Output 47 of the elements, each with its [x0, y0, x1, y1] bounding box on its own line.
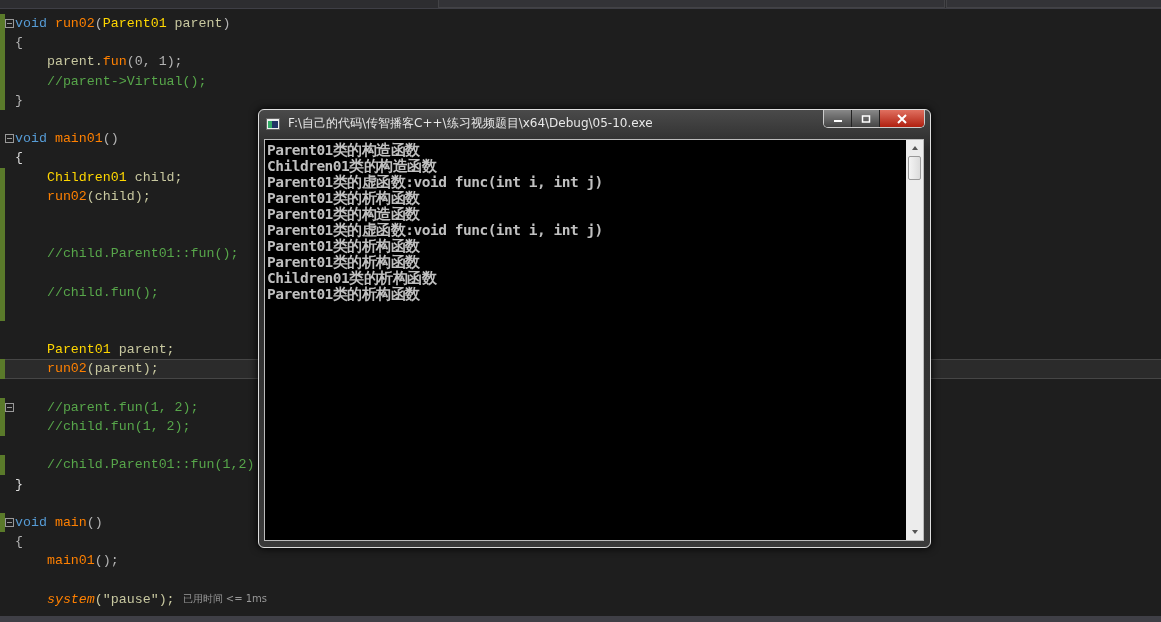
code-line: parent.fun(0, 1);	[45, 53, 183, 71]
maximize-icon	[860, 114, 871, 123]
scroll-thumb[interactable]	[908, 156, 921, 180]
code-line: //parent.fun(1, 2);	[45, 398, 199, 416]
code-line: {	[15, 149, 23, 167]
code-line: {	[15, 533, 23, 551]
console-output-line: Children01类的构造函数	[267, 158, 438, 174]
close-button[interactable]	[880, 110, 924, 127]
vertical-scrollbar[interactable]	[906, 140, 923, 540]
console-output-line: Parent01类的虚函数:void func(int i, int j)	[267, 222, 604, 238]
code-line: void run02(Parent01 parent)	[15, 15, 231, 33]
collapse-icon[interactable]	[5, 19, 14, 28]
code-line: Parent01 parent;	[45, 341, 175, 359]
code-line: void main()	[15, 513, 103, 531]
code-line: //parent->Virtual();	[45, 72, 207, 90]
console-output-line: Parent01类的构造函数	[267, 142, 420, 158]
console-app-icon	[266, 117, 280, 130]
code-line: }	[15, 475, 23, 493]
scroll-up-icon[interactable]	[910, 145, 919, 151]
console-output-line: Parent01类的析构函数	[267, 286, 421, 302]
window-title: F:\自己的代码\传智播客C++\练习视频题目\x64\Debug\05-10.exe	[288, 115, 653, 132]
code-line: }	[15, 91, 23, 109]
code-line: void main01()	[15, 130, 119, 148]
console-output-line: Parent01类的虚函数:void func(int i, int j)	[267, 174, 604, 190]
code-line: //child.fun(1, 2);	[45, 418, 191, 436]
collapse-icon[interactable]	[5, 134, 14, 144]
console-output-line: Parent01类的析构函数	[267, 238, 421, 254]
code-line: run02(child);	[45, 187, 151, 205]
code-line: main01();	[45, 552, 119, 570]
maximize-button[interactable]	[852, 110, 880, 127]
code-line: //child.Parent01::fun();	[45, 245, 239, 263]
elapsed-time-hint: 已用时间 <= 1ms	[182, 592, 268, 607]
collapse-icon[interactable]	[5, 517, 14, 527]
code-line: //child.fun();	[45, 283, 159, 301]
console-output-line: Parent01类的析构函数	[267, 190, 421, 206]
code-line: {	[15, 34, 23, 52]
code-line: //child.Parent01::fun(1,2)	[45, 456, 255, 474]
code-line: system("pause");	[45, 590, 175, 608]
minimize-button[interactable]	[824, 110, 852, 127]
console-output-line: Children01类的析构函数	[267, 270, 438, 286]
console-output-line: Parent01类的构造函数	[267, 206, 421, 222]
code-line: Children01 child;	[45, 168, 183, 186]
console-output-line: Parent01类的析构函数	[267, 254, 420, 270]
close-icon	[896, 113, 908, 124]
code-line: run02(parent);	[45, 360, 159, 378]
scroll-down-icon[interactable]	[910, 529, 919, 535]
collapse-icon[interactable]	[5, 402, 14, 412]
